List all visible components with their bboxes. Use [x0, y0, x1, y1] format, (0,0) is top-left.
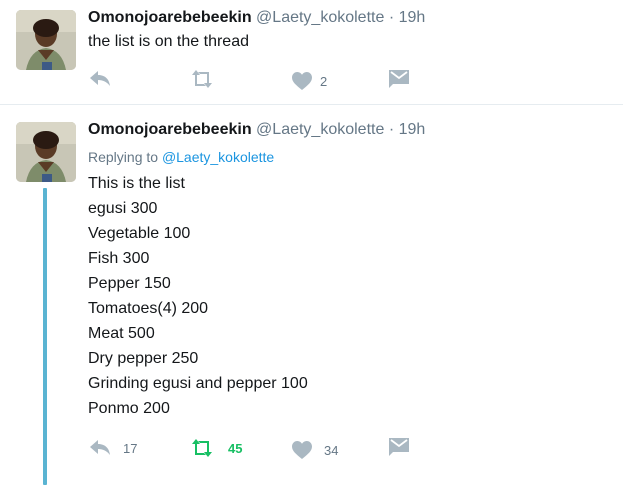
retweet-count: 45 — [228, 440, 243, 456]
thread-line — [43, 188, 47, 485]
display-name[interactable]: Omonojoarebebeekin — [88, 121, 252, 138]
direct-message-button[interactable] — [389, 438, 409, 456]
separator: · — [388, 121, 395, 138]
like-count: 34 — [324, 442, 339, 458]
tweet-text: This is the list egusi 300 Vegetable 100… — [88, 171, 308, 421]
replying-handle-link[interactable]: @Laety_kokolette — [162, 149, 274, 165]
timestamp[interactable]: 19h — [399, 121, 426, 138]
reply-icon — [90, 440, 110, 455]
tweet-text-line: Tomatoes(4) 200 — [88, 300, 209, 317]
like-button[interactable]: 2 — [292, 72, 327, 90]
replying-prefix: Replying to — [88, 149, 159, 165]
tweet-text-line: the list is on the thread — [88, 33, 249, 50]
avatar[interactable] — [16, 122, 76, 182]
tweet-header: Omonojoarebebeekin @Laety_kokolette · 19… — [88, 120, 425, 140]
retweet-icon — [192, 70, 212, 88]
avatar[interactable] — [16, 10, 76, 70]
reply-count: 17 — [123, 440, 138, 456]
tweet-text-line: Vegetable 100 — [88, 225, 191, 242]
retweet-button[interactable] — [190, 70, 214, 88]
tweet-text-line: egusi 300 — [88, 200, 158, 217]
reply-icon — [90, 71, 110, 86]
like-button[interactable]: 34 — [292, 441, 338, 459]
tweet-text-line: Pepper 150 — [88, 275, 171, 292]
user-handle[interactable]: @Laety_kokolette — [256, 121, 384, 138]
tweet-text-line: Dry pepper 250 — [88, 350, 199, 367]
tweet-text-line: Grinding egusi and pepper 100 — [88, 375, 308, 392]
user-handle[interactable]: @Laety_kokolette — [256, 9, 384, 26]
separator: · — [388, 9, 395, 26]
display-name[interactable]: Omonojoarebebeekin — [88, 9, 252, 26]
timestamp[interactable]: 19h — [399, 9, 426, 26]
heart-icon — [292, 441, 312, 459]
retweet-button[interactable]: 45 — [190, 439, 242, 457]
direct-message-button[interactable] — [389, 70, 409, 88]
tweet-header: Omonojoarebebeekin @Laety_kokolette · 19… — [88, 8, 425, 28]
direct-message-icon — [389, 438, 409, 456]
tweet-text-line: Fish 300 — [88, 250, 150, 267]
direct-message-icon — [389, 70, 409, 88]
reply-button[interactable]: 17 — [89, 439, 137, 457]
tweet-divider — [0, 104, 623, 105]
heart-icon — [292, 72, 312, 90]
tweet-text-line: Meat 500 — [88, 325, 155, 342]
retweet-icon — [192, 439, 212, 457]
like-count: 2 — [320, 73, 328, 89]
tweet-text: the list is on the thread — [88, 29, 249, 54]
tweet-text-line: Ponmo 200 — [88, 400, 170, 417]
reply-button[interactable] — [89, 70, 111, 88]
replying-to: Replying to @Laety_kokolette — [88, 148, 274, 166]
tweet-text-line: This is the list — [88, 175, 185, 192]
